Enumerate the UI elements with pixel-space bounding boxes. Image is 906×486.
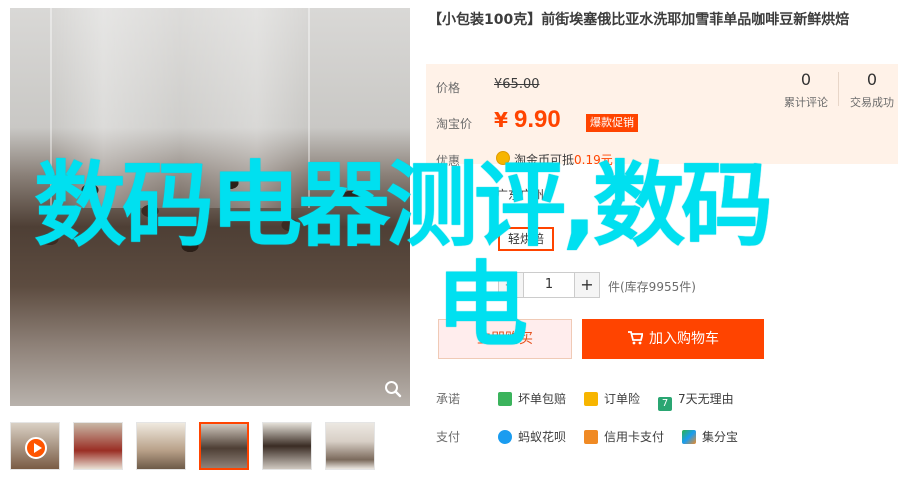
list-price-label: 价格 bbox=[436, 81, 461, 95]
reviews-label[interactable]: 累计评论 bbox=[776, 94, 836, 110]
quantity-input[interactable]: 1 bbox=[524, 272, 574, 298]
quantity-decrease-button[interactable]: − bbox=[498, 272, 524, 298]
rebate-label: 优惠 bbox=[436, 154, 461, 168]
rebate-amount: 0.19元 bbox=[574, 153, 613, 167]
zoom-icon[interactable] bbox=[384, 380, 402, 398]
payment-item[interactable]: 蚂蚁花呗 bbox=[498, 428, 566, 445]
coin-icon bbox=[496, 151, 510, 165]
huabei-icon bbox=[498, 430, 512, 444]
thumbnail-item[interactable] bbox=[262, 422, 312, 470]
thumbnail-item[interactable] bbox=[73, 422, 123, 470]
insurance-icon bbox=[584, 392, 598, 406]
product-title: 【小包装100克】前街埃塞俄比亚水洗耶加雪菲单品咖啡豆新鲜烘焙 bbox=[428, 12, 850, 28]
thumbnail-item[interactable] bbox=[325, 422, 375, 470]
stock-info: 件(库存9955件) bbox=[608, 280, 696, 294]
thumbnail-video[interactable] bbox=[10, 422, 60, 470]
promo-price-label: 淘宝价 bbox=[436, 117, 473, 131]
quantity-increase-button[interactable]: + bbox=[574, 272, 600, 298]
buy-now-button[interactable]: 立即购买 bbox=[438, 319, 572, 359]
thumbnail-item-active[interactable] bbox=[199, 422, 249, 470]
cart-icon bbox=[628, 331, 643, 345]
jifenbao-icon bbox=[682, 430, 696, 444]
shield-icon bbox=[498, 392, 512, 406]
commitment-item[interactable]: 坏单包赔 bbox=[498, 390, 566, 407]
promo-tag: 爆款促销 bbox=[586, 114, 638, 132]
add-to-cart-label: 加入购物车 bbox=[649, 331, 719, 347]
coffee-beans-illustration bbox=[10, 148, 410, 288]
commitments-label: 承诺 bbox=[436, 392, 461, 406]
trades-label[interactable]: 交易成功 bbox=[842, 94, 902, 110]
currency-symbol: ¥ bbox=[494, 108, 508, 132]
shipping-origin: 广东广州 bbox=[496, 188, 545, 202]
main-product-image[interactable] bbox=[10, 8, 410, 406]
rebate-text: 淘金币可抵0.19元 bbox=[514, 153, 613, 167]
stat-divider bbox=[838, 72, 839, 106]
trades-count[interactable]: 0 bbox=[842, 70, 902, 89]
promo-price: 9.90 bbox=[514, 106, 561, 133]
commitment-item[interactable]: 7 7天无理由 bbox=[658, 390, 734, 411]
credit-card-icon bbox=[584, 430, 598, 444]
reviews-count[interactable]: 0 bbox=[776, 70, 836, 89]
commitment-item[interactable]: 订单险 bbox=[584, 390, 640, 407]
thumbnail-item[interactable] bbox=[136, 422, 186, 470]
return-7day-icon: 7 bbox=[658, 397, 672, 411]
payment-item[interactable]: 集分宝 bbox=[682, 428, 738, 445]
add-to-cart-button[interactable]: 加入购物车 bbox=[582, 319, 764, 359]
option-roast-light[interactable]: 轻烘焙 bbox=[498, 227, 554, 251]
thumbnail-strip bbox=[10, 422, 410, 476]
payment-item[interactable]: 信用卡支付 bbox=[584, 428, 664, 445]
play-icon bbox=[25, 437, 47, 459]
list-price: ¥65.00 bbox=[494, 77, 540, 92]
payment-label: 支付 bbox=[436, 430, 461, 444]
